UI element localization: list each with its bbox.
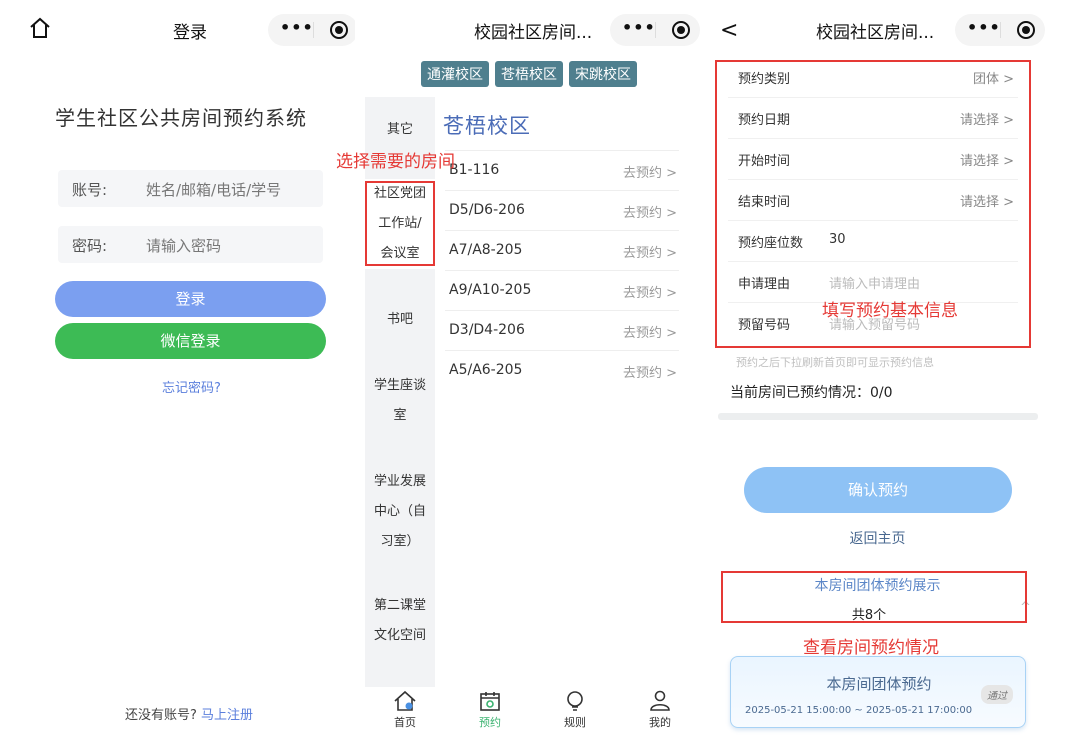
campus-tab-cangwu[interactable]: 苍梧校区 xyxy=(495,61,563,87)
login-nav-title: 登录 xyxy=(173,23,207,43)
login-navbar: 登录 ••• xyxy=(0,0,355,60)
room-row[interactable]: D3/D4-206 去预约 > xyxy=(445,311,679,351)
close-target-icon[interactable] xyxy=(330,21,348,39)
refresh-hint: 预约之后下拉刷新首页即可显示预约信息 xyxy=(736,356,934,369)
wechat-login-button[interactable]: 微信登录 xyxy=(55,323,326,359)
book-room-link[interactable]: 去预约 > xyxy=(623,282,677,301)
annotation-view-status: 查看房间预约情况 xyxy=(803,638,939,658)
room-name: B1-116 xyxy=(449,162,500,178)
more-icon[interactable]: ••• xyxy=(967,18,1001,37)
tab-home[interactable]: 首页 xyxy=(375,690,435,730)
system-title: 学生社区公共房间预约系统 xyxy=(55,106,307,130)
home-icon[interactable] xyxy=(28,16,52,40)
room-row[interactable]: D5/D6-206 去预约 > xyxy=(445,191,679,231)
chevron-right-icon: > xyxy=(666,166,677,181)
chevron-right-icon: > xyxy=(666,366,677,381)
room-name: A5/A6-205 xyxy=(449,362,523,378)
more-icon[interactable]: ••• xyxy=(622,18,656,37)
login-screen: 登录 ••• 学生社区公共房间预约系统 账号: 姓名/邮箱/电话/学号 密码: … xyxy=(0,0,355,737)
user-icon xyxy=(650,690,670,711)
register-prompt: 还没有账号? 马上注册 xyxy=(125,704,253,723)
chevron-right-icon: > xyxy=(666,206,677,221)
category-item-culture-space[interactable]: 第二课堂 文化空间 xyxy=(365,591,435,651)
annotation-box-category xyxy=(365,181,435,266)
confirm-booking-button[interactable]: 确认预约 xyxy=(744,467,1012,513)
annotation-fill-info: 填写预约基本信息 xyxy=(822,301,958,321)
status-badge: 通过 xyxy=(981,685,1013,704)
book-room-link[interactable]: 去预约 > xyxy=(623,322,677,341)
password-label: 密码: xyxy=(72,237,108,255)
more-icon[interactable]: ••• xyxy=(280,18,314,37)
room-list-screen: 校园社区房间... ••• 通灌校区 苍梧校区 宋跳校区 其它 社区党团 工作站… xyxy=(355,0,710,737)
annotation-box-group xyxy=(721,571,1027,623)
tab-booking[interactable]: 预约 xyxy=(460,690,520,730)
home-icon xyxy=(394,690,416,711)
book-room-link[interactable]: 去预约 > xyxy=(623,162,677,181)
bottom-tabbar: 首页 预约 规则 我的 xyxy=(355,687,710,737)
chevron-right-icon: > xyxy=(666,286,677,301)
room-name: D5/D6-206 xyxy=(449,202,525,218)
mini-program-capsule[interactable]: ••• xyxy=(955,14,1045,46)
booking-navbar: < 校园社区房间... ••• xyxy=(710,0,1080,60)
campus-tab-songtiao[interactable]: 宋跳校区 xyxy=(569,61,637,87)
room-name: A9/A10-205 xyxy=(449,282,532,298)
rooms-nav-title: 校园社区房间... xyxy=(474,23,593,43)
category-item-book-bar[interactable]: 书吧 xyxy=(365,305,435,335)
mini-program-capsule[interactable]: ••• xyxy=(268,14,355,46)
book-room-link[interactable]: 去预约 > xyxy=(623,362,677,381)
room-name: A7/A8-205 xyxy=(449,242,523,258)
password-field[interactable]: 密码: 请输入密码 xyxy=(58,226,323,263)
room-row[interactable]: A5/A6-205 去预约 > xyxy=(445,351,679,391)
password-input[interactable]: 请输入密码 xyxy=(146,235,221,256)
mini-program-capsule[interactable]: ••• xyxy=(610,14,700,46)
room-row[interactable]: A9/A10-205 去预约 > xyxy=(445,271,679,311)
chevron-right-icon: > xyxy=(666,326,677,341)
book-room-link[interactable]: 去预约 > xyxy=(623,202,677,221)
register-link[interactable]: 马上注册 xyxy=(201,708,253,723)
room-name: D3/D4-206 xyxy=(449,322,525,338)
return-home-link[interactable]: 返回主页 xyxy=(710,528,1045,548)
category-item-seminar-room[interactable]: 学生座谈 室 xyxy=(365,371,435,431)
tab-mine[interactable]: 我的 xyxy=(630,690,690,730)
close-target-icon[interactable] xyxy=(1017,21,1035,39)
forgot-password-link[interactable]: 忘记密码? xyxy=(162,377,221,396)
close-target-icon[interactable] xyxy=(672,21,690,39)
account-field[interactable]: 账号: 姓名/邮箱/电话/学号 xyxy=(58,170,323,207)
book-room-link[interactable]: 去预约 > xyxy=(623,242,677,261)
chevron-right-icon: > xyxy=(666,246,677,261)
account-label: 账号: xyxy=(72,181,108,199)
room-row[interactable]: A7/A8-205 去预约 > xyxy=(445,231,679,271)
login-button[interactable]: 登录 xyxy=(55,281,326,317)
account-input[interactable]: 姓名/邮箱/电话/学号 xyxy=(146,179,281,200)
room-row[interactable]: B1-116 去预约 > xyxy=(445,151,679,191)
rooms-navbar: 校园社区房间... ••• xyxy=(355,0,710,60)
category-item-study-center[interactable]: 学业发展 中心（自 习室） xyxy=(365,467,435,557)
campus-tabs: 通灌校区 苍梧校区 宋跳校区 xyxy=(421,61,637,87)
card-time-range: 2025-05-21 15:00:00 ~ 2025-05-21 17:00:0… xyxy=(745,705,973,716)
group-booking-card[interactable]: 本房间团体预约 2025-05-21 15:00:00 ~ 2025-05-21… xyxy=(730,656,1026,728)
divider-bar xyxy=(718,413,1038,420)
tab-rules[interactable]: 规则 xyxy=(545,690,605,730)
campus-tab-tongguan[interactable]: 通灌校区 xyxy=(421,61,489,87)
category-item-other[interactable]: 其它 xyxy=(365,115,435,145)
annotation-choose-room: 选择需要的房间 xyxy=(336,152,455,172)
no-account-text: 还没有账号? xyxy=(125,708,197,723)
campus-heading: 苍梧校区 xyxy=(443,114,531,138)
calendar-icon xyxy=(480,692,500,711)
booked-status: 当前房间已预约情况：0/0 xyxy=(730,385,893,401)
back-icon[interactable]: < xyxy=(720,18,738,43)
bulb-icon xyxy=(567,691,583,711)
booking-nav-title: 校园社区房间... xyxy=(816,23,935,43)
